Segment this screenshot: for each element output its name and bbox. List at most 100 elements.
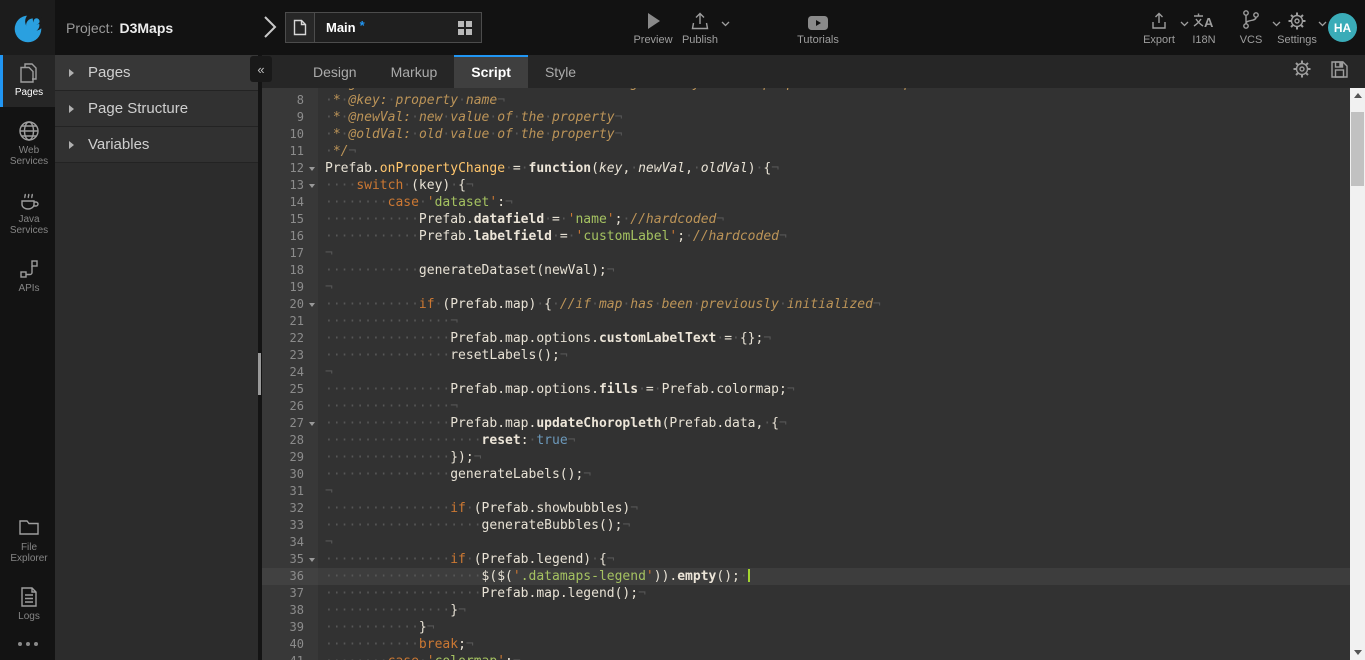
gutter-line-number[interactable]: 13 (262, 177, 318, 194)
script-editor[interactable]: 7·*·gets·called·whenever·there·is·a·chan… (262, 88, 1350, 660)
settings-button[interactable]: Settings (1273, 9, 1321, 46)
code-line-16[interactable]: 16············Prefab.labelfield·=·'custo… (262, 228, 1350, 245)
gutter-line-number[interactable]: 40 (262, 636, 318, 653)
code-line-10[interactable]: 10·*·@oldVal:·old·value·of·the·property¬ (262, 126, 1350, 143)
gutter-line-number[interactable]: 21 (262, 313, 318, 330)
page-grid-icon[interactable] (458, 21, 472, 35)
code-line-19[interactable]: 19¬ (262, 279, 1350, 296)
fold-arrow-icon[interactable] (309, 558, 315, 562)
vcs-button[interactable]: VCS (1227, 9, 1275, 46)
code-line-15[interactable]: 15············Prefab.datafield·=·'name';… (262, 211, 1350, 228)
code-line-13[interactable]: 13····switch·(key)·{¬ (262, 177, 1350, 194)
export-button[interactable]: Export (1135, 9, 1183, 46)
panel-collapse-button[interactable]: « (250, 56, 272, 82)
panel-section-variables[interactable]: Variables (55, 127, 258, 163)
code-line-29[interactable]: 29················});¬ (262, 449, 1350, 466)
gutter-line-number[interactable]: 9 (262, 109, 318, 126)
user-avatar[interactable]: HA (1328, 13, 1357, 42)
editor-settings-gear-icon[interactable] (1292, 59, 1312, 84)
more-options-button[interactable] (0, 630, 55, 660)
code-line-37[interactable]: 37····················Prefab.map.legend(… (262, 585, 1350, 602)
gutter-line-number[interactable]: 27 (262, 415, 318, 432)
sidebar-item-file-explorer[interactable]: File Explorer (0, 510, 55, 573)
code-line-26[interactable]: 26················¬ (262, 398, 1350, 415)
tutorials-button[interactable]: Tutorials (794, 9, 842, 46)
sidebar-item-java-services[interactable]: Java Services (0, 182, 55, 245)
code-line-33[interactable]: 33····················generateBubbles();… (262, 517, 1350, 534)
gutter-line-number[interactable]: 35 (262, 551, 318, 568)
gutter-line-number[interactable]: 12 (262, 160, 318, 177)
scroll-down-arrow[interactable] (1350, 645, 1365, 660)
panel-editor-divider[interactable] (258, 55, 262, 660)
code-line-8[interactable]: 8·*·@key:·property·name¬ (262, 92, 1350, 109)
scroll-up-arrow[interactable] (1350, 88, 1365, 103)
gutter-line-number[interactable]: 10 (262, 126, 318, 143)
save-icon[interactable] (1330, 60, 1349, 84)
page-tab-main[interactable]: Main * (285, 12, 482, 43)
code-line-12[interactable]: 12Prefab.onPropertyChange·=·function(key… (262, 160, 1350, 177)
code-line-28[interactable]: 28····················reset:·true¬ (262, 432, 1350, 449)
code-line-41[interactable]: 41········case·'colormap':¬ (262, 653, 1350, 660)
code-line-21[interactable]: 21················¬ (262, 313, 1350, 330)
gutter-line-number[interactable]: 24 (262, 364, 318, 381)
code-line-30[interactable]: 30················generateLabels();¬ (262, 466, 1350, 483)
code-line-24[interactable]: 24¬ (262, 364, 1350, 381)
gutter-line-number[interactable]: 15 (262, 211, 318, 228)
gutter-line-number[interactable]: 37 (262, 585, 318, 602)
code-line-39[interactable]: 39············}¬ (262, 619, 1350, 636)
sidebar-item-logs[interactable]: Logs (0, 579, 55, 631)
fold-arrow-icon[interactable] (309, 184, 315, 188)
gutter-line-number[interactable]: 30 (262, 466, 318, 483)
gutter-line-number[interactable]: 17 (262, 245, 318, 262)
code-line-17[interactable]: 17¬ (262, 245, 1350, 262)
publish-button[interactable]: Publish (676, 9, 724, 46)
gutter-line-number[interactable]: 29 (262, 449, 318, 466)
gutter-line-number[interactable]: 22 (262, 330, 318, 347)
code-line-34[interactable]: 34¬ (262, 534, 1350, 551)
app-logo[interactable] (0, 0, 55, 55)
sidebar-item-apis[interactable]: APIs (0, 251, 55, 303)
code-line-20[interactable]: 20············if·(Prefab.map)·{·//if·map… (262, 296, 1350, 313)
code-line-27[interactable]: 27················Prefab.map.updateChoro… (262, 415, 1350, 432)
preview-button[interactable]: Preview (629, 9, 677, 46)
code-line-14[interactable]: 14········case·'dataset':¬ (262, 194, 1350, 211)
gutter-line-number[interactable]: 28 (262, 432, 318, 449)
gutter-line-number[interactable]: 36 (262, 568, 318, 585)
gutter-line-number[interactable]: 18 (262, 262, 318, 279)
gutter-line-number[interactable]: 14 (262, 194, 318, 211)
panel-section-page-structure[interactable]: Page Structure (55, 91, 258, 127)
code-line-32[interactable]: 32················if·(Prefab.showbubbles… (262, 500, 1350, 517)
code-line-38[interactable]: 38················}¬ (262, 602, 1350, 619)
code-line-22[interactable]: 22················Prefab.map.options.cus… (262, 330, 1350, 347)
tab-design[interactable]: Design (296, 55, 374, 88)
gutter-line-number[interactable]: 39 (262, 619, 318, 636)
gutter-line-number[interactable]: 8 (262, 92, 318, 109)
gutter-line-number[interactable]: 38 (262, 602, 318, 619)
gutter-line-number[interactable]: 19 (262, 279, 318, 296)
gutter-line-number[interactable]: 20 (262, 296, 318, 313)
fold-arrow-icon[interactable] (309, 422, 315, 426)
code-line-11[interactable]: 11·*/¬ (262, 143, 1350, 160)
i18n-button[interactable]: AI18N (1180, 9, 1228, 46)
code-line-40[interactable]: 40············break;¬ (262, 636, 1350, 653)
code-line-18[interactable]: 18············generateDataset(newVal);¬ (262, 262, 1350, 279)
tab-markup[interactable]: Markup (374, 55, 455, 88)
tab-script[interactable]: Script (454, 55, 528, 88)
code-line-9[interactable]: 9·*·@newVal:·new·value·of·the·property¬ (262, 109, 1350, 126)
tab-style[interactable]: Style (528, 55, 593, 88)
gutter-line-number[interactable]: 11 (262, 143, 318, 160)
fold-arrow-icon[interactable] (309, 167, 315, 171)
sidebar-item-pages[interactable]: Pages (0, 55, 55, 107)
scrollbar-thumb[interactable] (1351, 112, 1364, 186)
code-line-36[interactable]: 36····················$($('.datamaps-leg… (262, 568, 1350, 585)
editor-scrollbar[interactable] (1350, 88, 1365, 660)
gutter-line-number[interactable]: 16 (262, 228, 318, 245)
gutter-line-number[interactable]: 26 (262, 398, 318, 415)
code-line-31[interactable]: 31¬ (262, 483, 1350, 500)
gutter-line-number[interactable]: 31 (262, 483, 318, 500)
code-line-35[interactable]: 35················if·(Prefab.legend)·{¬ (262, 551, 1350, 568)
gutter-line-number[interactable]: 34 (262, 534, 318, 551)
divider-scroll-thumb[interactable] (258, 353, 261, 395)
code-line-23[interactable]: 23················resetLabels();¬ (262, 347, 1350, 364)
code-line-25[interactable]: 25················Prefab.map.options.fil… (262, 381, 1350, 398)
